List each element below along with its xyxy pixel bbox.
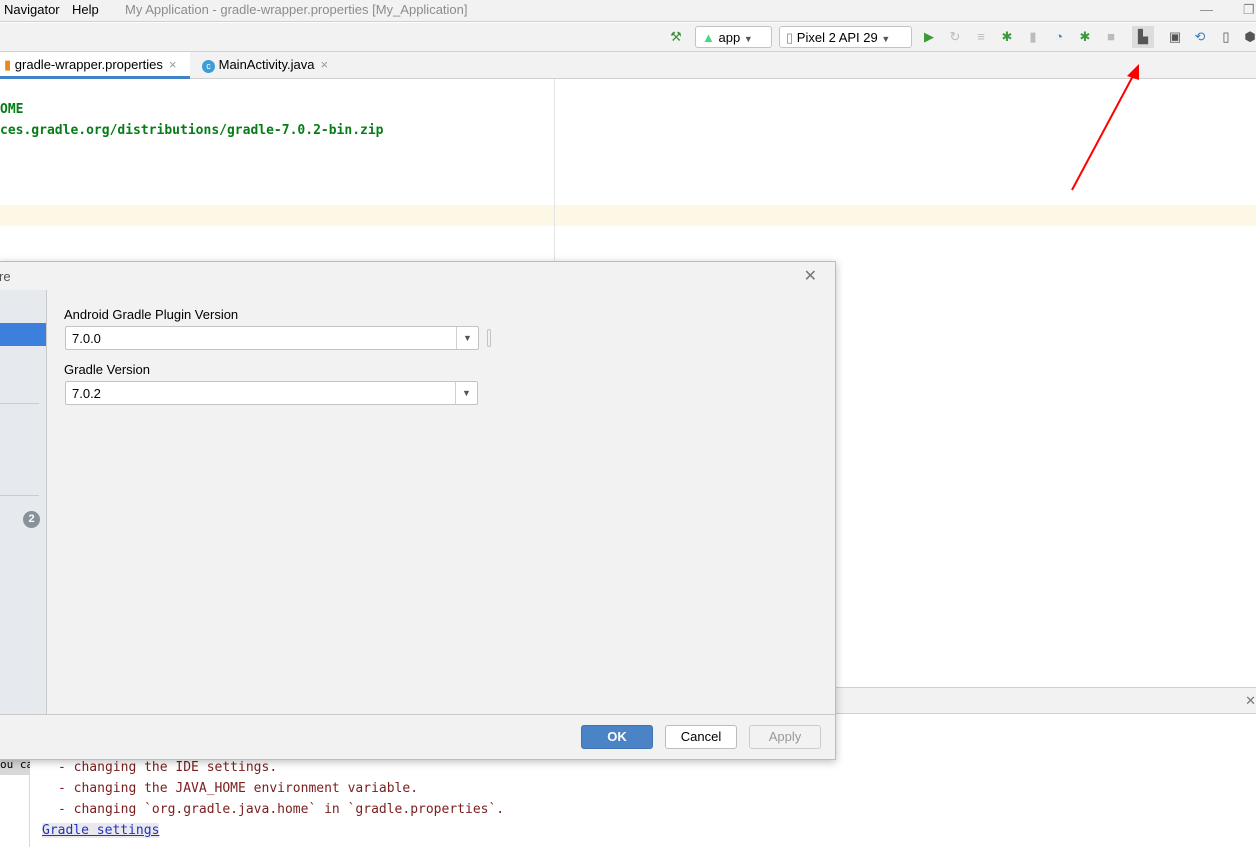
arrow-shaft [1071,73,1135,191]
annotation-arrow [1071,64,1139,191]
arrow-head-icon [1127,64,1139,80]
